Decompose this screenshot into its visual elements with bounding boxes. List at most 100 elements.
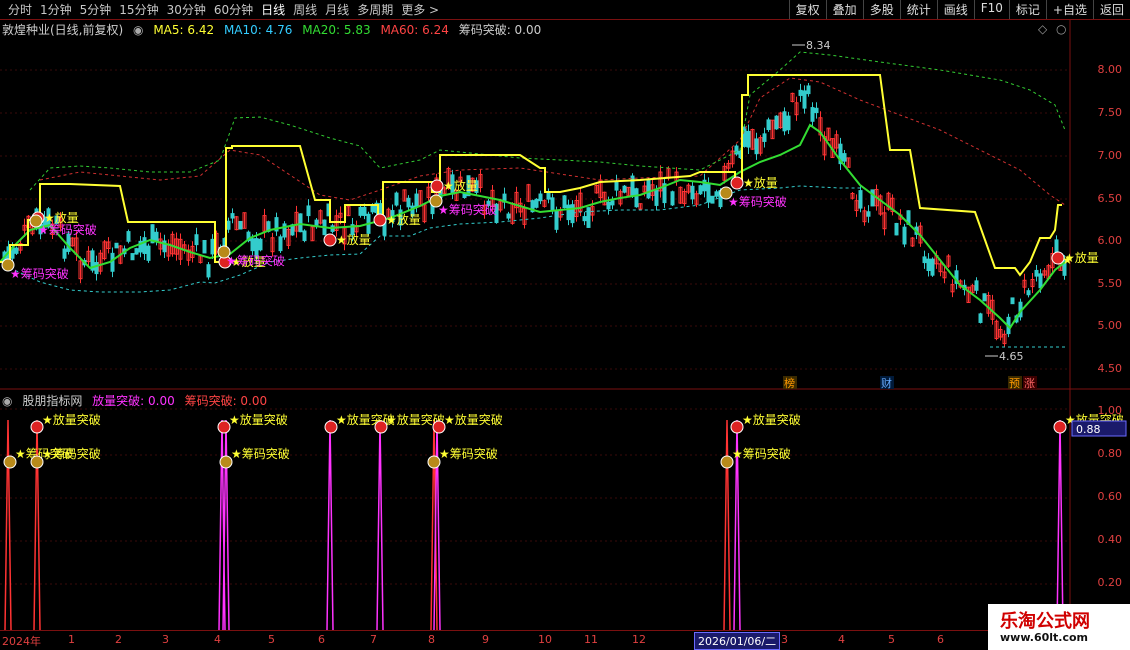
date-tick: 9 [482,633,489,646]
candle-body [902,226,907,245]
candle-body [414,193,419,208]
expand-icon[interactable]: ○ [1056,22,1066,36]
candle-body [142,237,147,254]
chip-signal-label: ★筹码突破 [38,222,97,237]
volume-break-label: ★放量突破 [742,412,801,427]
candle-body [394,192,399,206]
candle-body [982,293,987,302]
candle-body [562,195,567,209]
volume-break-label: ★放量突破 [229,412,288,427]
candle-body [754,138,759,155]
marker-yu: 预 [1009,377,1020,390]
date-tick: 12 [632,633,646,646]
indicator-spike [1056,419,1064,631]
candle-body [714,191,719,197]
candle-body [298,213,303,233]
candle-body [582,216,587,222]
high-marker: 8.34 [792,39,831,52]
candle-body [126,231,131,242]
candle-body [810,107,815,122]
upper-band-line [29,51,1066,191]
marker-zhang: 涨 [1024,377,1035,390]
volume-signal-label: ★放量 [386,212,421,227]
volume-signal-label: ★放量 [743,175,778,190]
candle-body [634,188,639,208]
candle-body [14,247,19,254]
candle-body [806,85,811,95]
chip-legend: 筹码突破: 0.00 [458,23,542,37]
candle-body [362,206,367,216]
candle-body [798,89,803,96]
candle-body [230,213,235,219]
date-tick: 6 [318,633,325,646]
candle-body [146,245,151,261]
indicator-spikes [4,419,1064,631]
candle-body [114,242,119,249]
candle-body [154,231,159,242]
candle-body [654,189,659,206]
indicator-spike [723,419,731,631]
indicator-spike [326,419,334,631]
chip-signal-label: ★筹码突破 [10,266,69,281]
candle-body [766,119,771,130]
chip-break-legend: 筹码突破: 0.00 [184,394,268,408]
watermark-url: www.60lt.com [1000,631,1089,644]
date-tick: 3 [162,633,169,646]
indicator-tick: 0.20 [1097,576,1123,589]
candlesticks [2,82,1067,348]
candle-body [226,220,231,230]
volume-ball-icon [373,213,387,227]
low-marker: 4.65 [985,350,1024,363]
candle-body [302,230,307,242]
candle-body [250,238,255,252]
star-icon: ★ [1062,253,1073,267]
selected-date: 2026/01/06/二 [694,632,781,650]
candle-body [210,238,215,255]
settings-icon[interactable]: ◉ [133,23,143,37]
indicator-spike [376,419,384,631]
chip-break-label: ★筹码突破 [42,446,101,461]
candle-body [550,197,555,211]
price-tick: 6.00 [1097,234,1123,247]
ma20-legend: MA20: 5.83 [302,23,371,37]
candle-body [278,236,283,252]
indicator-tick: 0.60 [1097,490,1123,503]
candle-body [894,222,899,236]
candle-body [774,115,779,130]
ma10-legend: MA10: 4.76 [223,23,293,37]
candle-body [670,191,675,206]
candle-body [538,193,543,202]
indicator-tick: 0.40 [1097,533,1123,546]
candle-body [258,238,263,251]
indicator-settings-icon[interactable]: ◉ [2,394,12,408]
event-markers: 榜 财 预 涨 [783,376,1037,390]
chip-break-label: ★筹码突破 [439,446,498,461]
indicator-spike [222,419,230,631]
candle-body [922,256,927,264]
candle-body [646,178,651,199]
high-label: 8.34 [806,39,831,52]
kline-chart[interactable]: 8.34 4.65 ★放量★放量★放量★放量★放量 ★放量★放量★筹码突破★筹码突… [0,0,1130,650]
candle-body [706,182,711,203]
candle-body [94,262,99,275]
ma60-line [39,77,1066,206]
volume-signal-label: ★放量 [336,232,371,247]
candle-body [606,201,611,210]
indicator-title: 股朋指标网 [22,394,83,408]
date-tick: 2024年 [2,635,41,648]
marker-bang: 榜 [784,376,795,390]
volume-ball-icon [430,179,444,193]
chip-break-label: ★筹码突破 [231,446,290,461]
candle-body [194,234,199,246]
date-tick: 4 [838,633,845,646]
indicator-tick: 0.80 [1097,447,1123,460]
price-tick: 7.50 [1097,106,1123,119]
ma60-legend: MA60: 6.24 [380,23,449,37]
chip-signal-label: ★筹码突破 [728,194,787,209]
candle-body [614,180,619,191]
candle-body [698,185,703,195]
diamond-icon[interactable]: ◇ [1038,22,1048,36]
date-tick: 3 [781,633,788,646]
volume-ball-icon [323,233,337,247]
volume-ball-icon [730,176,744,190]
